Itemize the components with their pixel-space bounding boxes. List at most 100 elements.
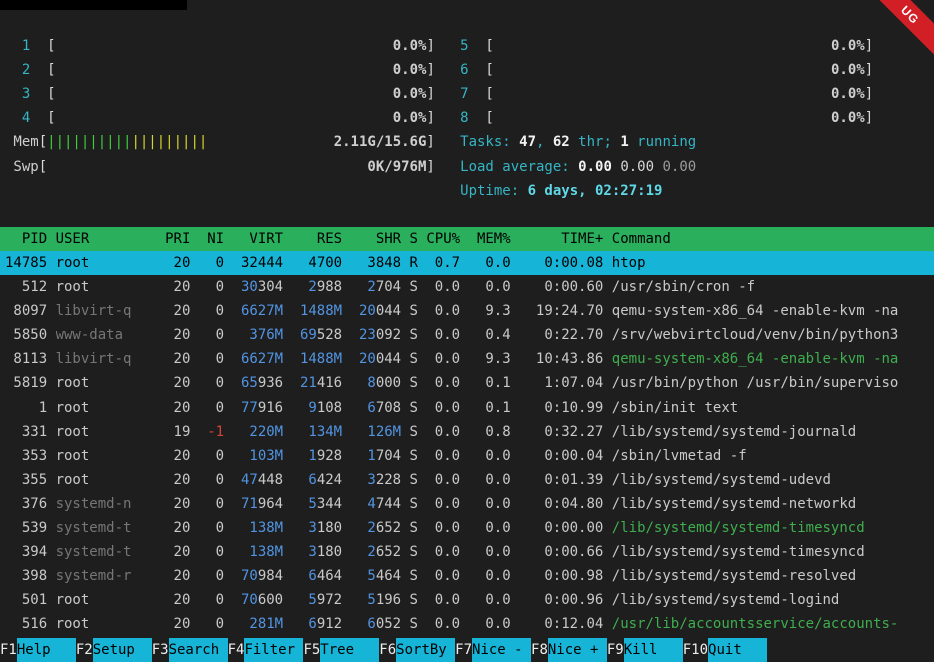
cell-virt: 77916 [224,396,283,420]
cell-cpu-percent: 0.0 [418,323,460,347]
meter-bars [56,82,393,106]
fnkey-f7[interactable]: F7Nice - [455,638,531,662]
meter-bars [56,34,393,58]
cell-command: /lib/systemd/systemd-journald [612,420,934,444]
cell-cpu-percent: 0.0 [418,371,460,395]
fnkey-f10[interactable]: F10Quit [683,638,767,662]
cell-ni: 0 [190,444,224,468]
column-header-pri[interactable]: PRI [131,227,190,251]
column-header-s[interactable]: S [401,227,418,251]
process-table: PIDUSERPRINIVIRTRESSHRSCPU%MEM%TIME+Comm… [0,227,934,637]
cpu5: 5 [460,34,485,58]
meter-line-6: Swp[0K/976M]Load average: 0.00 0.00 0.00 [0,155,934,179]
column-header-time[interactable]: TIME+ [511,227,604,251]
process-row-355[interactable]: 355root2004744864243228S0.00.00:01.39/li… [0,468,934,492]
column-header-user[interactable]: USER [56,227,132,251]
fnkey-f8[interactable]: F8Nice + [531,638,607,662]
cell-command: /usr/bin/python /usr/bin/superviso [612,371,934,395]
fnkey-action: Search [169,638,228,662]
process-row-394[interactable]: 394systemd-t200138M31802652S0.00.00:00.6… [0,540,934,564]
column-header-shr[interactable]: SHR [342,227,401,251]
fnkey-f4[interactable]: F4Filter [228,638,304,662]
cell-cpu-percent: 0.0 [418,612,460,636]
fnkey-f6[interactable]: F6SortBy [379,638,455,662]
cell-shr: 5196 [342,588,401,612]
meter-bars-used: |||||||||| [47,134,131,150]
cell-pid: 5850 [5,323,47,347]
fnkey-f2[interactable]: F2Setup [76,638,152,662]
process-row-14785[interactable]: 14785root2003244447003848R0.70.00:00.08h… [0,251,934,275]
meter-close-bracket: ] [426,34,434,58]
cpu4: 4 [5,106,47,130]
cell-time: 0:32.27 [511,420,604,444]
cell-mem-percent: 0.0 [460,540,511,564]
process-row-8097[interactable]: 8097libvirt-q2006627M1488M20044S0.09.319… [0,299,934,323]
column-header-res[interactable]: RES [283,227,342,251]
cell-user: root [56,444,132,468]
cell-virt: 71964 [224,492,283,516]
cell-time: 0:00.98 [511,564,604,588]
meter-line-5: Mem[|||||||||||||||||||2.11G/15.6G]Tasks… [0,130,934,154]
process-row-516[interactable]: 516root200281M69126052S0.00.00:12.04/usr… [0,612,934,636]
summary-text: 0.00 [620,155,662,179]
cell-cpu-percent: 0.0 [418,468,460,492]
meter-value: 0.0% [831,82,865,106]
column-header-ni[interactable]: NI [190,227,224,251]
meter-close-bracket: ] [865,106,873,130]
column-header-mem[interactable]: MEM% [460,227,511,251]
memory-meter: Mem[|||||||||||||||||||2.11G/15.6G] [5,130,435,154]
fnkey-f5[interactable]: F5Tree [303,638,379,662]
column-header-cpu[interactable]: CPU% [418,227,460,251]
cell-command: /lib/systemd/systemd-networkd [612,492,934,516]
top-bar [0,0,934,10]
column-header-virt[interactable]: VIRT [224,227,283,251]
process-row-376[interactable]: 376systemd-n2007196453444744S0.00.00:04.… [0,492,934,516]
cell-state: S [401,347,418,371]
cell-ni: 0 [190,540,224,564]
cell-ni: 0 [190,612,224,636]
process-row-398[interactable]: 398systemd-r2007098464645464S0.00.00:00.… [0,564,934,588]
cell-cpu-percent: 0.7 [418,251,460,275]
fnkey-label: F5 [303,638,320,662]
cell-user: root [56,468,132,492]
cell-cpu-percent: 0.0 [418,275,460,299]
cell-time: 19:24.70 [511,299,604,323]
cell-ni: 0 [190,347,224,371]
summary-text: 0.00 [578,155,620,179]
cell-user: root [56,396,132,420]
fnkey-action: Setup [93,638,152,662]
process-row-353[interactable]: 353root200103M19281704S0.00.00:00.04/sbi… [0,444,934,468]
process-row-331[interactable]: 331root19-1220M134M126MS0.00.80:32.27/li… [0,420,934,444]
meter-open-bracket: [ [39,130,47,154]
cell-pri: 20 [131,612,190,636]
cpu-meter-8: 8[0.0%] [460,106,873,130]
meter-open-bracket: [ [485,58,493,82]
meter-fill: 0.0% [494,34,865,58]
fnkey-label: F6 [379,638,396,662]
fnkey-f9[interactable]: F9Kill [607,638,683,662]
cell-state: S [401,540,418,564]
load-average-summary: Load average: 0.00 0.00 0.00 [460,155,696,179]
column-header-pid[interactable]: PID [5,227,47,251]
process-row-512[interactable]: 512root2003030429882704S0.00.00:00.60/us… [0,275,934,299]
fnkey-f3[interactable]: F3Search [152,638,228,662]
cell-pid: 8097 [5,299,47,323]
cell-user: www-data [56,323,132,347]
process-row-5850[interactable]: 5850www-data200376M6952823092S0.00.40:22… [0,323,934,347]
cell-virt: 70984 [224,564,283,588]
process-row-8113[interactable]: 8113libvirt-q2006627M1488M20044S0.09.310… [0,347,934,371]
cpu6: 6 [460,58,485,82]
cell-ni: -1 [190,420,224,444]
column-header-command[interactable]: Command [612,227,934,251]
process-row-501[interactable]: 501root2007060059725196S0.00.00:00.96/li… [0,588,934,612]
fnkey-f1[interactable]: F1Help [0,638,76,662]
cell-cpu-percent: 0.0 [418,516,460,540]
process-row-1[interactable]: 1root2007791691086708S0.00.10:10.99/sbin… [0,396,934,420]
cell-res: 3180 [283,516,342,540]
process-row-5819[interactable]: 5819root20065936214168000S0.00.11:07.04/… [0,371,934,395]
cell-res: 69528 [283,323,342,347]
meter-bars [494,58,831,82]
process-row-539[interactable]: 539systemd-t200138M31802652S0.00.00:00.0… [0,516,934,540]
cell-time: 0:01.39 [511,468,604,492]
meter-value: 0.0% [393,106,427,130]
